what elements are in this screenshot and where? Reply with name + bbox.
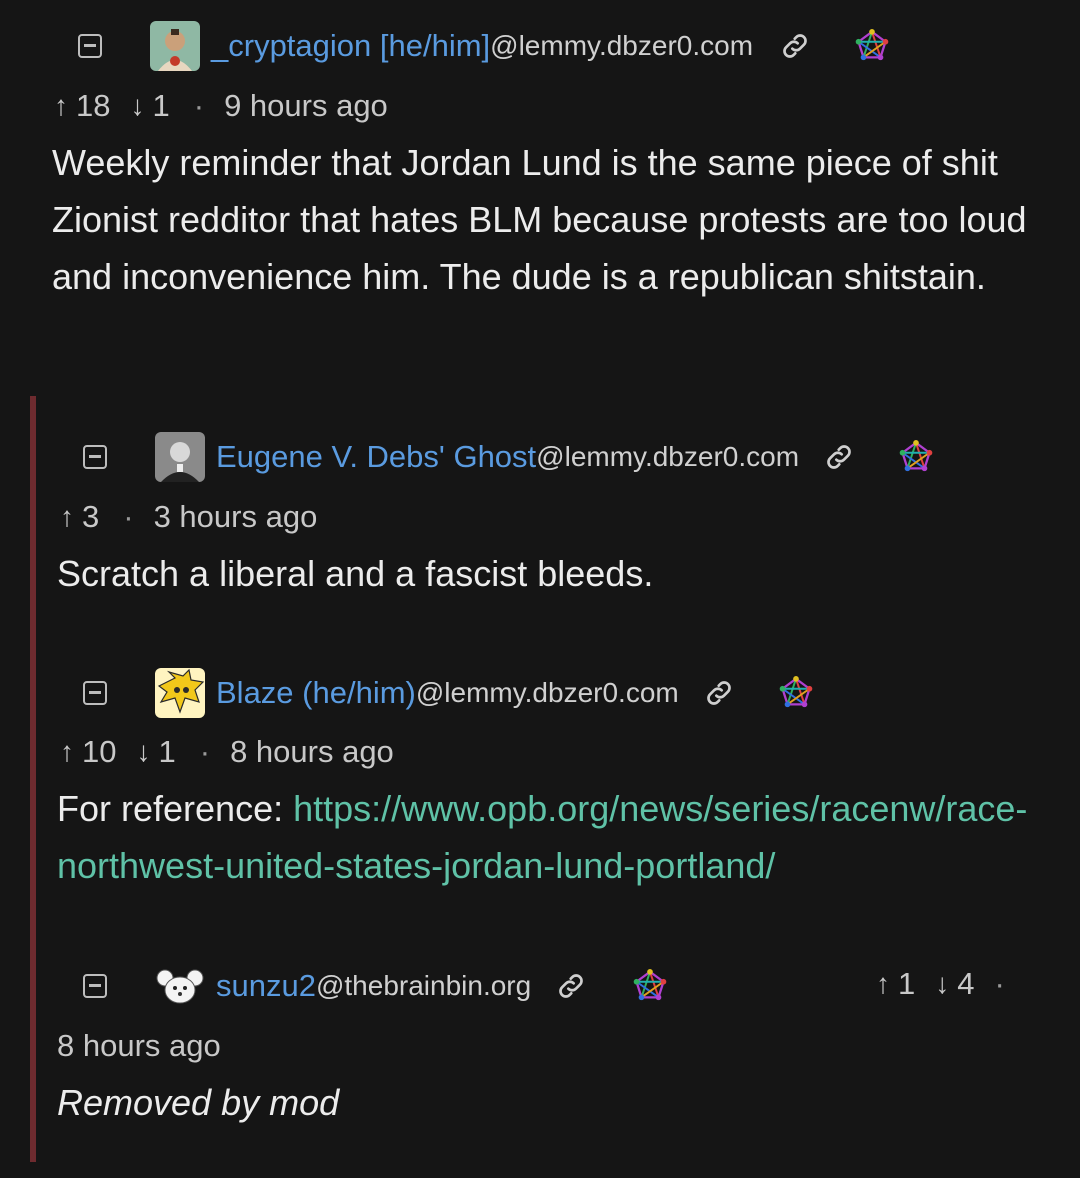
timestamp-row: 8 hours ago bbox=[57, 1028, 221, 1064]
instance-label: @lemmy.dbzer0.com bbox=[536, 441, 800, 472]
fediverse-icon[interactable] bbox=[779, 676, 813, 710]
username-link[interactable]: Blaze (he/him) bbox=[216, 675, 416, 711]
link-icon[interactable] bbox=[703, 677, 735, 709]
vote-meta: ↑ 18 ↓ 1 · 9 hours ago bbox=[54, 88, 388, 124]
downvote-icon[interactable]: ↓ bbox=[136, 736, 150, 768]
collapse-icon[interactable] bbox=[78, 34, 102, 58]
upvote-icon[interactable]: ↑ bbox=[54, 90, 68, 122]
comment-header: sunzu2 @thebrainbin.org bbox=[83, 958, 667, 1014]
timestamp[interactable]: 8 hours ago bbox=[230, 734, 394, 770]
vote-meta: ↑ 1 ↓ 4 · bbox=[876, 966, 1025, 1002]
username-link[interactable]: Eugene V. Debs' Ghost bbox=[216, 439, 536, 475]
instance-label: @thebrainbin.org bbox=[315, 970, 532, 1001]
instance-label: @lemmy.dbzer0.com bbox=[490, 30, 754, 61]
timestamp[interactable]: 8 hours ago bbox=[57, 1028, 221, 1064]
thread-indent-bar[interactable] bbox=[30, 396, 36, 1162]
comment-body: Weekly reminder that Jordan Lund is the … bbox=[52, 142, 1027, 297]
separator-dot: · bbox=[123, 499, 134, 534]
fediverse-icon[interactable] bbox=[633, 969, 667, 1003]
body-text: For reference: bbox=[57, 788, 294, 829]
collapse-icon[interactable] bbox=[83, 681, 107, 705]
upvote-count: 18 bbox=[76, 88, 111, 123]
comment-header: Blaze (he/him) @lemmy.dbzer0.com bbox=[83, 665, 813, 721]
fediverse-icon[interactable] bbox=[899, 440, 933, 474]
avatar[interactable] bbox=[155, 432, 205, 482]
link-icon[interactable] bbox=[555, 970, 587, 1002]
comment-body: Scratch a liberal and a fascist bleeds. bbox=[57, 553, 654, 594]
avatar[interactable] bbox=[155, 668, 205, 718]
removed-notice: Removed by mod bbox=[57, 1082, 340, 1123]
vote-meta: ↑ 3 · 3 hours ago bbox=[60, 499, 317, 535]
separator-dot: · bbox=[199, 734, 211, 769]
upvote-icon[interactable]: ↑ bbox=[60, 736, 74, 768]
downvote-count: 1 bbox=[158, 734, 176, 769]
comment-header: _cryptagion [he/him] @lemmy.dbzer0.com bbox=[78, 18, 889, 74]
comment-body: For reference: https://www.opb.org/news/… bbox=[57, 780, 1047, 894]
downvote-count: 1 bbox=[152, 88, 170, 123]
upvote-count: 1 bbox=[898, 966, 916, 1001]
downvote-count: 4 bbox=[957, 966, 975, 1001]
upvote-icon[interactable]: ↑ bbox=[876, 968, 890, 1000]
collapse-icon[interactable] bbox=[83, 445, 107, 469]
link-icon[interactable] bbox=[779, 30, 811, 62]
downvote-icon[interactable]: ↓ bbox=[935, 968, 949, 1000]
vote-meta: ↑ 10 ↓ 1 · 8 hours ago bbox=[60, 734, 394, 770]
upvote-count: 3 bbox=[82, 499, 100, 534]
timestamp[interactable]: 9 hours ago bbox=[224, 88, 388, 124]
downvote-icon[interactable]: ↓ bbox=[130, 90, 144, 122]
username-link[interactable]: sunzu2 bbox=[216, 968, 316, 1004]
comment-header: Eugene V. Debs' Ghost @lemmy.dbzer0.com bbox=[83, 429, 933, 485]
upvote-icon[interactable]: ↑ bbox=[60, 501, 74, 533]
collapse-icon[interactable] bbox=[83, 974, 107, 998]
username-link[interactable]: _cryptagion [he/him] bbox=[211, 28, 490, 64]
avatar[interactable] bbox=[150, 21, 200, 71]
separator-dot: · bbox=[193, 88, 205, 123]
timestamp[interactable]: 3 hours ago bbox=[154, 499, 318, 535]
instance-label: @lemmy.dbzer0.com bbox=[415, 677, 679, 708]
fediverse-icon[interactable] bbox=[855, 29, 889, 63]
separator-dot: · bbox=[994, 966, 1005, 1001]
upvote-count: 10 bbox=[82, 734, 117, 769]
avatar[interactable] bbox=[155, 966, 205, 1006]
link-icon[interactable] bbox=[823, 441, 855, 473]
